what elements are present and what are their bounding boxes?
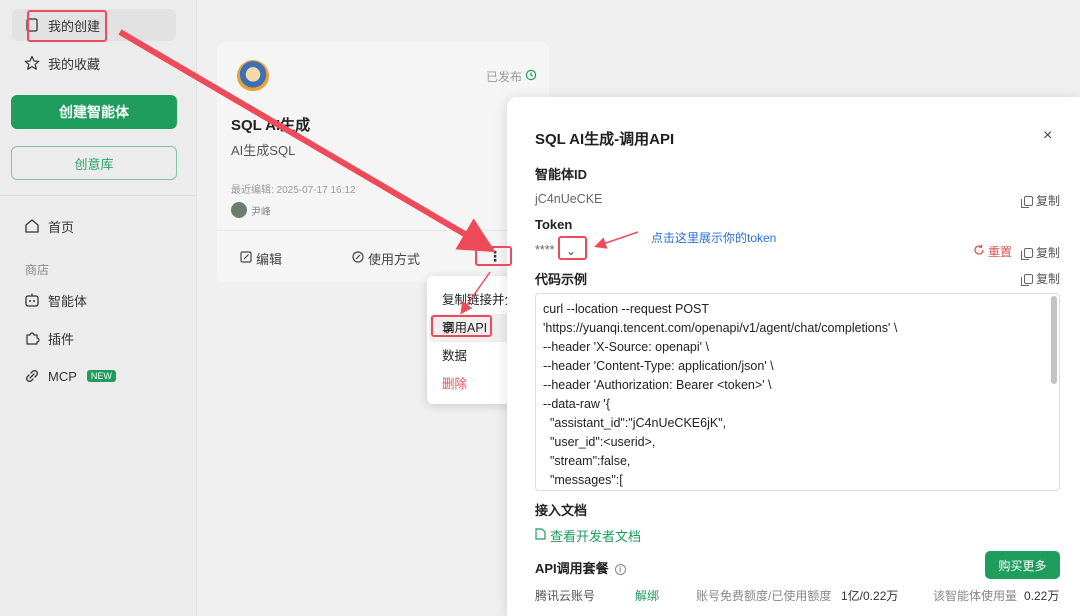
usage-label: 使用方式 <box>368 252 421 267</box>
api-package-text: API调用套餐 <box>535 561 609 576</box>
tencent-cloud-account-label: 腾讯云账号 <box>535 589 596 603</box>
copy-code-button[interactable]: 复制 <box>1020 270 1060 287</box>
last-edit-time: 最近编辑: 2025-07-17 16:12 <box>231 185 356 196</box>
annotation-box-my-creation <box>27 10 107 42</box>
history-icon <box>525 69 537 84</box>
sidebar-item-label: 智能体 <box>48 293 88 309</box>
edit-button[interactable]: 编辑 <box>240 249 282 268</box>
code-line: --header 'Content-Type: application/json… <box>543 359 774 373</box>
close-icon[interactable]: × <box>1043 127 1052 145</box>
docs-label: 接入文档 <box>535 503 588 518</box>
code-scrollbar-thumb[interactable] <box>1051 296 1057 384</box>
creative-library-button[interactable]: 创意库 <box>11 146 177 180</box>
new-badge: NEW <box>86 370 116 382</box>
developer-docs-link[interactable]: 查看开发者文档 <box>535 526 641 545</box>
code-line: --header 'X-Source: openapi' \ <box>543 340 709 354</box>
copy-label: 复制 <box>1035 194 1060 208</box>
sidebar-divider <box>0 195 197 196</box>
code-line: curl --location --request POST <box>543 302 710 316</box>
sidebar-item-label: 插件 <box>48 331 75 347</box>
code-line: 'https://yuanqi.tencent.com/openapi/v1/a… <box>543 321 898 335</box>
agent-usage-label: 该智能体使用量 <box>933 589 1018 603</box>
compass-icon <box>352 251 364 266</box>
code-example-box[interactable]: curl --location --request POST 'https://… <box>535 293 1060 491</box>
edit-icon <box>240 251 252 266</box>
author-avatar <box>231 202 247 218</box>
sidebar: 我的创建 我的收藏 创建智能体 创意库 首页 商店 智能体 插件 MCP NEW <box>0 0 197 616</box>
token-value: **** <box>535 243 555 257</box>
agent-avatar <box>237 60 269 92</box>
developer-docs-label: 查看开发者文档 <box>550 529 642 544</box>
agent-title: SQL AI生成 <box>231 117 311 134</box>
copy-agent-id-button[interactable]: 复制 <box>1020 192 1060 209</box>
copy-token-button[interactable]: 复制 <box>1020 244 1060 261</box>
copy-label: 复制 <box>1035 272 1060 286</box>
code-line: "messages":[ <box>543 473 623 487</box>
api-drawer: SQL AI生成-调用API × 智能体ID jC4nUeCKE 复制 Toke… <box>507 97 1080 616</box>
home-icon <box>24 218 40 234</box>
info-icon[interactable]: i <box>614 564 626 576</box>
agent-id-label: 智能体ID <box>535 167 588 182</box>
copy-label: 复制 <box>1035 246 1060 260</box>
code-line: --header 'Authorization: Bearer <token>'… <box>543 378 772 392</box>
token-label: Token <box>535 217 573 232</box>
code-scrollbar[interactable] <box>1051 296 1057 486</box>
unbind-link[interactable]: 解绑 <box>635 587 659 604</box>
code-line: "user_id":<userid>, <box>543 435 656 449</box>
api-package-label: API调用套餐 i <box>535 558 626 577</box>
reset-label: 重置 <box>988 245 1013 259</box>
sidebar-item-plugins[interactable]: 插件 <box>12 322 176 354</box>
create-agent-button[interactable]: 创建智能体 <box>11 95 177 129</box>
buy-more-button[interactable]: 购买更多 <box>985 551 1060 579</box>
drawer-title: SQL AI生成-调用API <box>535 131 675 148</box>
file-icon <box>535 528 546 543</box>
star-icon <box>24 55 40 71</box>
code-line: --data-raw '{ <box>543 397 610 411</box>
code-example-label: 代码示例 <box>535 272 588 287</box>
link-icon <box>24 368 40 384</box>
sidebar-item-my-favorites[interactable]: 我的收藏 <box>12 47 176 79</box>
store-section-label: 商店 <box>25 263 50 277</box>
sidebar-item-home[interactable]: 首页 <box>12 210 176 242</box>
annotation-hint-text: 点击这里展示你的token <box>651 231 777 245</box>
agent-usage-value: 0.22万 <box>1024 589 1060 603</box>
reset-token-button[interactable]: 重置 <box>973 243 1012 260</box>
usage-button[interactable]: 使用方式 <box>352 249 420 268</box>
robot-icon <box>24 292 40 308</box>
annotation-box-more-button <box>475 246 512 266</box>
puzzle-icon <box>24 330 40 346</box>
code-line: "assistant_id":"jC4nUeCKE6jK", <box>543 416 727 430</box>
sidebar-item-label: 首页 <box>48 219 75 235</box>
annotation-box-token-toggle <box>558 236 587 260</box>
copy-icon <box>1020 273 1033 286</box>
publish-status: 已发布 <box>486 68 537 85</box>
quota-value: 1亿/0.22万 <box>841 589 899 603</box>
code-line: "stream":false, <box>543 454 631 468</box>
publish-status-label: 已发布 <box>485 70 522 84</box>
author-name: 尹峰 <box>251 206 271 218</box>
copy-icon <box>1020 195 1033 208</box>
agent-id-value: jC4nUeCKE <box>535 192 603 206</box>
sidebar-item-label: 我的收藏 <box>48 56 101 72</box>
edit-label: 编辑 <box>256 252 283 267</box>
sidebar-item-agents[interactable]: 智能体 <box>12 284 176 316</box>
sidebar-item-mcp[interactable]: MCP NEW <box>12 360 176 392</box>
sidebar-item-label: MCP <box>48 368 77 384</box>
quota-label: 账号免费额度/已使用额度 <box>696 589 832 603</box>
copy-icon <box>1020 247 1033 260</box>
agent-description: AI生成SQL <box>231 143 296 158</box>
refresh-icon <box>973 244 985 259</box>
card-divider <box>217 230 549 231</box>
agent-author: 尹峰 <box>231 202 271 218</box>
annotation-box-call-api <box>431 315 492 337</box>
